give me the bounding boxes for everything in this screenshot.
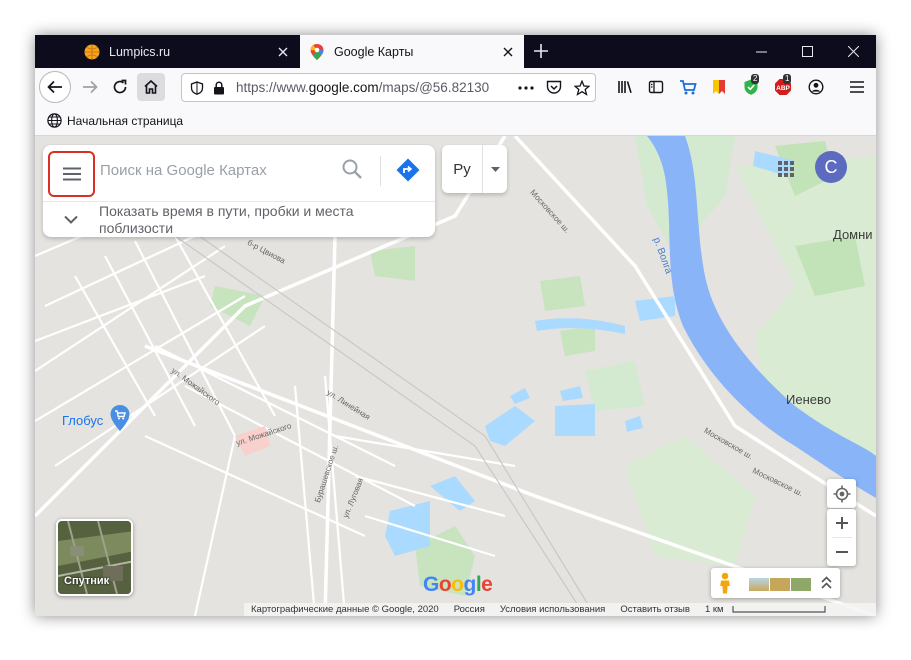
dropdown-arrow-icon[interactable] — [482, 145, 507, 193]
layer-thumb-fields[interactable] — [770, 578, 790, 591]
bookmark-star-icon[interactable] — [571, 77, 593, 99]
hamburger-icon — [850, 81, 864, 93]
sidebar-button[interactable] — [642, 73, 670, 101]
scale-label[interactable]: 1 км — [705, 604, 724, 615]
traffic-hint-text: Показать время в пути, пробки и места по… — [99, 202, 354, 236]
back-arrow-icon — [47, 80, 62, 94]
reload-button[interactable] — [106, 73, 134, 101]
main-menu-button[interactable] — [48, 151, 95, 197]
browser-window: Lumpics.ru Google Карты https://www.goog… — [35, 35, 876, 616]
place-label-globus[interactable]: Глобус — [62, 413, 103, 428]
zoom-out-button[interactable] — [827, 538, 856, 566]
lumpics-favicon — [84, 44, 100, 60]
zoom-control — [827, 509, 856, 566]
tab-title: Google Карты — [334, 44, 414, 59]
layer-thumb-forest[interactable] — [791, 578, 811, 591]
directions-icon[interactable] — [395, 157, 421, 188]
bookmarks-toolbar: Начальная страница — [35, 106, 876, 136]
chevron-down-icon[interactable] — [43, 215, 99, 224]
google-logo: Google — [423, 573, 493, 596]
account-icon — [808, 79, 824, 95]
map-data-credit: Картографические данные © Google, 2020 — [251, 604, 439, 615]
shopping-pin-icon[interactable] — [110, 405, 130, 436]
close-tab-icon[interactable] — [271, 40, 295, 64]
google-apps-icon[interactable] — [778, 161, 794, 182]
crosshair-icon — [833, 485, 850, 502]
home-icon — [144, 79, 158, 94]
maximize-button[interactable] — [784, 35, 830, 68]
minus-icon — [835, 551, 848, 553]
search-icon[interactable] — [341, 158, 363, 185]
abp-badge: 1 — [783, 74, 792, 84]
svg-text:ABP: ABP — [776, 85, 790, 92]
library-button[interactable] — [611, 73, 639, 101]
address-bar[interactable]: https://www.google.com/maps/@56.82130 — [181, 73, 596, 102]
library-icon — [618, 81, 632, 94]
search-input[interactable] — [100, 159, 325, 181]
shield-badge: 2 — [751, 74, 760, 84]
back-button[interactable] — [39, 71, 71, 103]
globe-icon — [47, 113, 62, 128]
search-panel: Показать время в пути, пробки и места по… — [43, 145, 435, 237]
url-path: /maps/@56.82130 — [378, 80, 490, 95]
zoom-in-button[interactable] — [827, 509, 856, 537]
account-button[interactable] — [802, 73, 830, 101]
tab-google-maps[interactable]: Google Карты — [300, 35, 524, 68]
user-avatar[interactable]: С — [815, 151, 847, 183]
new-tab-button[interactable] — [529, 39, 553, 63]
lock-icon[interactable] — [208, 77, 230, 99]
hamburger-menu-icon — [62, 167, 81, 181]
my-location-button[interactable] — [827, 479, 856, 508]
region-link[interactable]: Россия — [454, 604, 485, 615]
scale-bar — [731, 605, 826, 613]
bottom-tools-bar — [711, 568, 840, 598]
layer-thumb-terrain[interactable] — [749, 578, 769, 591]
map-footer: Картографические данные © Google, 2020 Р… — [244, 603, 876, 616]
tracking-shield-icon[interactable] — [186, 77, 208, 99]
feedback-link[interactable]: Оставить отзыв — [620, 604, 690, 615]
satellite-layer-button[interactable]: Спутник — [56, 519, 133, 596]
page-actions-icon[interactable] — [515, 77, 537, 99]
shopping-cart-icon — [680, 80, 697, 95]
google-maps-favicon — [309, 43, 325, 60]
tab-title: Lumpics.ru — [109, 44, 171, 59]
reload-icon — [113, 79, 127, 94]
minimize-button[interactable] — [738, 35, 784, 68]
plus-icon — [835, 517, 848, 529]
tab-lumpics[interactable]: Lumpics.ru — [75, 35, 299, 68]
navigation-toolbar: https://www.google.com/maps/@56.82130 2 — [35, 68, 876, 106]
language-selector[interactable]: Ру — [442, 145, 507, 193]
tab-bar: Lumpics.ru Google Карты — [35, 35, 876, 68]
bookmark-home-page[interactable]: Начальная страница — [47, 113, 183, 128]
sidebar-icon — [648, 80, 664, 94]
bookmark-extension-button[interactable] — [705, 73, 733, 101]
pegman-icon[interactable] — [719, 572, 731, 599]
app-menu-button[interactable] — [843, 73, 871, 101]
close-window-button[interactable] — [830, 35, 876, 68]
ribbon-bookmark-icon — [713, 80, 725, 94]
url-host: google.com — [308, 80, 379, 95]
satellite-label: Спутник — [64, 575, 110, 587]
traffic-hint-row[interactable]: Показать время в пути, пробки и места по… — [43, 201, 435, 237]
cart-extension-button[interactable] — [674, 73, 702, 101]
url-text[interactable]: https://www.google.com/maps/@56.82130 — [236, 80, 511, 95]
place-label-ienevo[interactable]: Иенево — [786, 392, 831, 407]
adblock-plus-button[interactable]: ABP 1 — [769, 73, 797, 101]
url-prefix: https://www. — [236, 80, 309, 95]
map-canvas[interactable]: Домни Иенево Глобус р. Волга Московское … — [35, 136, 876, 616]
chevron-up-icon[interactable] — [821, 576, 832, 595]
pocket-icon[interactable] — [543, 77, 565, 99]
place-label-domni[interactable]: Домни — [833, 227, 873, 242]
shield-extension-button[interactable]: 2 — [737, 73, 765, 101]
language-label: Ру — [453, 160, 471, 178]
forward-button[interactable] — [76, 73, 104, 101]
search-divider — [380, 156, 381, 186]
terms-link[interactable]: Условия использования — [500, 604, 605, 615]
bookmark-home-label: Начальная страница — [67, 113, 184, 128]
forward-arrow-icon — [83, 80, 98, 94]
close-tab-icon[interactable] — [496, 40, 520, 64]
home-button[interactable] — [137, 73, 165, 101]
